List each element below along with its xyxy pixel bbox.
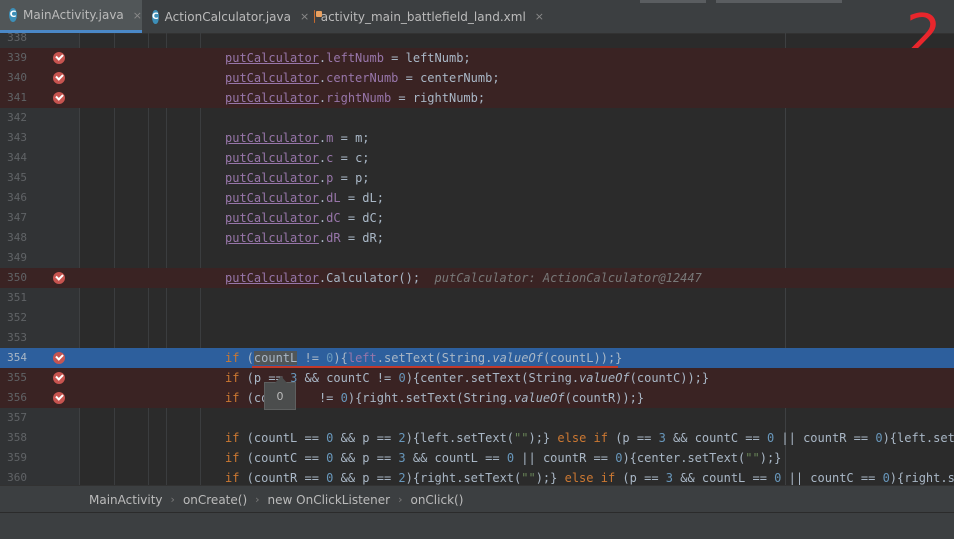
breakpoint-icon[interactable] — [53, 72, 65, 84]
code-text: if (countL == 0 && p == 2){left.setText(… — [225, 431, 954, 445]
breakpoint-icon[interactable] — [53, 372, 65, 384]
code-line: 357 — [0, 408, 954, 428]
line-number: 353 — [7, 331, 27, 344]
tab-label: MainActivity.java — [23, 8, 124, 22]
line-number: 348 — [7, 231, 27, 244]
error-underline — [252, 366, 618, 368]
line-number: 344 — [7, 151, 27, 164]
line-number: 338 — [7, 31, 27, 44]
line-number: 355 — [7, 371, 27, 384]
code-text: if (countR == 0 && p == 2){right.setText… — [225, 471, 954, 485]
tab-label: activity_main_battlefield_land.xml — [320, 9, 526, 24]
code-line: 353 — [0, 328, 954, 348]
line-number: 358 — [7, 431, 27, 444]
toolbar-strip — [716, 0, 842, 3]
value-tooltip: 0 — [264, 376, 296, 410]
code-line: 344 putCalculator.c = c; — [0, 148, 954, 168]
code-text: putCalculator.p = p; — [225, 171, 370, 185]
code-line: 350 putCalculator.Calculator(); putCalcu… — [0, 268, 954, 288]
line-number: 351 — [7, 291, 27, 304]
code-text: if (countL != 0){left.setText(String.val… — [225, 351, 623, 365]
line-number: 352 — [7, 311, 27, 324]
breakpoint-icon[interactable] — [53, 52, 65, 64]
status-bar — [0, 512, 954, 539]
code-text: putCalculator.dC = dC; — [225, 211, 384, 225]
code-text: putCalculator.c = c; — [225, 151, 370, 165]
breadcrumb-item[interactable]: new OnClickListener — [268, 493, 391, 507]
code-line: 360 if (countR == 0 && p == 2){right.set… — [0, 468, 954, 485]
code-line: 355 if (p == 3 && countC != 0){center.se… — [0, 368, 954, 388]
code-line: 339 putCalculator.leftNumb = leftNumb; — [0, 48, 954, 68]
line-number: 359 — [7, 451, 27, 464]
line-number: 356 — [7, 391, 27, 404]
java-class-icon: C — [9, 8, 17, 22]
code-text: putCalculator.dR = dR; — [225, 231, 384, 245]
hovered-variable: countL — [253, 351, 298, 365]
code-line: 356 if (co != 0){right.setText(String.va… — [0, 388, 954, 408]
line-number: 347 — [7, 211, 27, 224]
code-line: 349 — [0, 248, 954, 268]
toolbar-strip — [640, 0, 706, 3]
line-number: 342 — [7, 111, 27, 124]
line-number: 345 — [7, 171, 27, 184]
close-icon[interactable]: × — [535, 10, 544, 23]
breadcrumb-item[interactable]: onClick() — [410, 493, 463, 507]
breakpoint-icon[interactable] — [53, 352, 65, 364]
inline-debug-value: putCalculator: ActionCalculator@12447 — [434, 271, 702, 285]
breakpoint-icon[interactable] — [53, 392, 65, 404]
line-number: 339 — [7, 51, 27, 64]
code-line: 340 putCalculator.centerNumb = centerNum… — [0, 68, 954, 88]
code-line: 351 — [0, 288, 954, 308]
breadcrumb-item[interactable]: onCreate() — [183, 493, 247, 507]
java-class-icon: C — [152, 9, 159, 24]
line-number: 360 — [7, 471, 27, 484]
code-text: putCalculator.centerNumb = centerNumb; — [225, 71, 500, 85]
breakpoint-icon[interactable] — [53, 92, 65, 104]
code-line: 348 putCalculator.dR = dR; — [0, 228, 954, 248]
line-number: 341 — [7, 91, 27, 104]
code-text: if (countC == 0 && p == 3 && countL == 0… — [225, 451, 782, 465]
chevron-right-icon: › — [170, 493, 175, 506]
line-number: 357 — [7, 411, 27, 424]
code-line: 347 putCalculator.dC = dC; — [0, 208, 954, 228]
code-text: putCalculator.Calculator(); putCalculato… — [225, 271, 702, 285]
chevron-right-icon: › — [398, 493, 403, 506]
breadcrumb: MainActivity › onCreate() › new OnClickL… — [0, 485, 954, 513]
code-line: 341 putCalculator.rightNumb = rightNumb; — [0, 88, 954, 108]
current-execution-line: 354 if (countL != 0){left.setText(String… — [0, 348, 954, 368]
code-line: 359 if (countC == 0 && p == 3 && countL … — [0, 448, 954, 468]
tab-label: ActionCalculator.java — [164, 9, 291, 24]
code-text: if (p == 3 && countC != 0){center.setTex… — [225, 371, 710, 385]
code-text: putCalculator.m = m; — [225, 131, 370, 145]
line-number: 349 — [7, 251, 27, 264]
line-number: 354 — [7, 351, 27, 364]
code-line: 338 — [0, 28, 954, 48]
code-line: 342 — [0, 108, 954, 128]
breakpoint-icon[interactable] — [53, 272, 65, 284]
code-text: putCalculator.leftNumb = leftNumb; — [225, 51, 471, 65]
code-text: putCalculator.rightNumb = rightNumb; — [225, 91, 486, 105]
close-icon[interactable]: × — [133, 9, 142, 22]
breadcrumb-item[interactable]: MainActivity — [89, 493, 163, 507]
chevron-right-icon: › — [255, 493, 260, 506]
line-number: 340 — [7, 71, 27, 84]
code-line: 352 — [0, 308, 954, 328]
code-line: 345 putCalculator.p = p; — [0, 168, 954, 188]
line-number: 346 — [7, 191, 27, 204]
xml-file-icon — [314, 10, 320, 23]
line-number: 350 — [7, 271, 27, 284]
code-line: 358 if (countL == 0 && p == 2){left.setT… — [0, 428, 954, 448]
close-icon[interactable]: × — [300, 10, 309, 23]
line-number: 343 — [7, 131, 27, 144]
code-line: 346 putCalculator.dL = dL; — [0, 188, 954, 208]
code-text: putCalculator.dL = dL; — [225, 191, 384, 205]
code-line: 343 putCalculator.m = m; — [0, 128, 954, 148]
